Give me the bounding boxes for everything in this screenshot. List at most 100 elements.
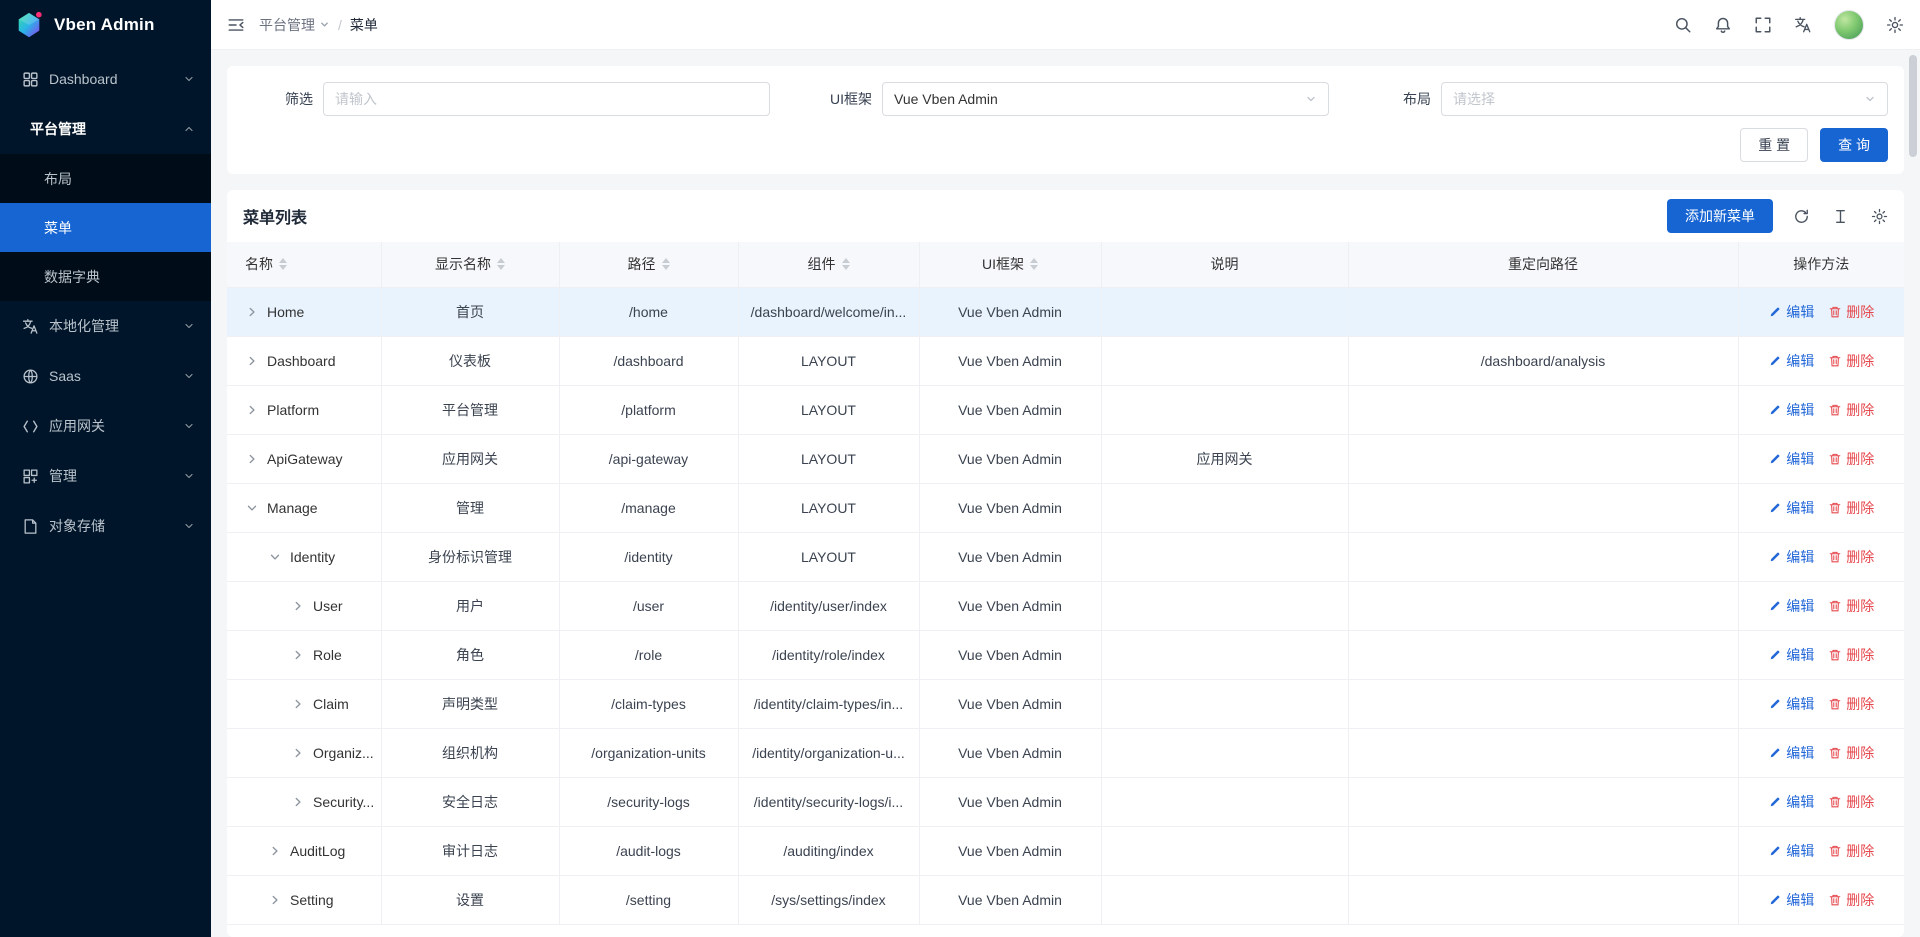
sidebar-item-gateway[interactable]: 应用网关 bbox=[0, 401, 211, 451]
column-header-framework[interactable]: UI框架 bbox=[919, 242, 1101, 287]
edit-button[interactable]: 编辑 bbox=[1768, 694, 1814, 714]
edit-button[interactable]: 编辑 bbox=[1768, 596, 1814, 616]
column-settings-icon[interactable] bbox=[1871, 208, 1888, 225]
table-row[interactable]: Setting设置/setting/sys/settings/indexVue … bbox=[227, 875, 1904, 924]
edit-button[interactable]: 编辑 bbox=[1768, 351, 1814, 371]
menu-fold-icon[interactable] bbox=[227, 16, 245, 34]
table-row[interactable]: User用户/user/identity/user/indexVue Vben … bbox=[227, 581, 1904, 630]
delete-button[interactable]: 删除 bbox=[1828, 400, 1874, 420]
sidebar-item-manage[interactable]: 管理 bbox=[0, 451, 211, 501]
expand-row-icon[interactable] bbox=[245, 354, 259, 368]
reset-button[interactable]: 重 置 bbox=[1740, 128, 1808, 162]
sort-icons[interactable] bbox=[279, 258, 287, 270]
expand-row-icon[interactable] bbox=[291, 697, 305, 711]
table-row[interactable]: Role角色/role/identity/role/indexVue Vben … bbox=[227, 630, 1904, 679]
table-row[interactable]: Organiz...组织机构/organization-units/identi… bbox=[227, 728, 1904, 777]
edit-button[interactable]: 编辑 bbox=[1768, 302, 1814, 322]
sidebar-item-localization[interactable]: 本地化管理 bbox=[0, 301, 211, 351]
expand-row-icon[interactable] bbox=[245, 403, 259, 417]
table-row[interactable]: Security...安全日志/security-logs/identity/s… bbox=[227, 777, 1904, 826]
expand-row-icon[interactable] bbox=[291, 746, 305, 760]
edit-button[interactable]: 编辑 bbox=[1768, 498, 1814, 518]
delete-button[interactable]: 删除 bbox=[1828, 547, 1874, 567]
table-row[interactable]: Platform平台管理/platformLAYOUTVue Vben Admi… bbox=[227, 385, 1904, 434]
collapse-row-icon[interactable] bbox=[268, 550, 282, 564]
delete-button[interactable]: 删除 bbox=[1828, 841, 1874, 861]
cell-description bbox=[1101, 630, 1348, 679]
table-row[interactable]: Dashboard仪表板/dashboardLAYOUTVue Vben Adm… bbox=[227, 336, 1904, 385]
cell-framework: Vue Vben Admin bbox=[919, 875, 1101, 924]
search-button[interactable]: 查 询 bbox=[1820, 128, 1888, 162]
delete-button[interactable]: 删除 bbox=[1828, 890, 1874, 910]
expand-row-icon[interactable] bbox=[245, 452, 259, 466]
table-row[interactable]: Claim声明类型/claim-types/identity/claim-typ… bbox=[227, 679, 1904, 728]
edit-button[interactable]: 编辑 bbox=[1768, 547, 1814, 567]
expand-row-icon[interactable] bbox=[245, 305, 259, 319]
cell-framework: Vue Vben Admin bbox=[919, 777, 1101, 826]
sidebar-item-label: 管理 bbox=[49, 466, 173, 486]
sidebar-item-dict[interactable]: 数据字典 bbox=[0, 252, 211, 301]
table-row[interactable]: Identity身份标识管理/identityLAYOUTVue Vben Ad… bbox=[227, 532, 1904, 581]
cell-path: /manage bbox=[559, 483, 738, 532]
edit-button[interactable]: 编辑 bbox=[1768, 792, 1814, 812]
column-header-name[interactable]: 名称 bbox=[227, 242, 381, 287]
delete-button[interactable]: 删除 bbox=[1828, 743, 1874, 763]
delete-button[interactable]: 删除 bbox=[1828, 498, 1874, 518]
expand-row-icon[interactable] bbox=[291, 648, 305, 662]
sort-icons[interactable] bbox=[497, 258, 505, 270]
delete-button[interactable]: 删除 bbox=[1828, 645, 1874, 665]
table-row[interactable]: Home首页/home/dashboard/welcome/in...Vue V… bbox=[227, 287, 1904, 336]
sidebar-item-menu[interactable]: 菜单 bbox=[0, 203, 211, 252]
delete-button[interactable]: 删除 bbox=[1828, 449, 1874, 469]
sidebar-item-dashboard[interactable]: Dashboard bbox=[0, 54, 211, 104]
column-header-display_name[interactable]: 显示名称 bbox=[381, 242, 559, 287]
delete-button[interactable]: 删除 bbox=[1828, 302, 1874, 322]
keyword-input[interactable] bbox=[323, 82, 770, 116]
refresh-icon[interactable] bbox=[1793, 208, 1810, 225]
add-menu-button[interactable]: 添加新菜单 bbox=[1667, 199, 1773, 233]
edit-button[interactable]: 编辑 bbox=[1768, 449, 1814, 469]
settings-icon[interactable] bbox=[1886, 16, 1904, 34]
sidebar-item-platform[interactable]: 平台管理 bbox=[0, 104, 211, 154]
delete-button[interactable]: 删除 bbox=[1828, 596, 1874, 616]
edit-button[interactable]: 编辑 bbox=[1768, 400, 1814, 420]
table-row[interactable]: AuditLog审计日志/audit-logs/auditing/indexVu… bbox=[227, 826, 1904, 875]
sort-icons[interactable] bbox=[842, 258, 850, 270]
cell-description bbox=[1101, 581, 1348, 630]
table-row[interactable]: Manage管理/manageLAYOUTVue Vben Admin编辑删除 bbox=[227, 483, 1904, 532]
framework-select[interactable]: Vue Vben Admin bbox=[882, 82, 1329, 116]
expand-row-icon[interactable] bbox=[268, 844, 282, 858]
bell-icon[interactable] bbox=[1714, 16, 1732, 34]
cell-actions: 编辑删除 bbox=[1738, 728, 1904, 777]
expand-row-icon[interactable] bbox=[268, 893, 282, 907]
sidebar-item-saas[interactable]: Saas bbox=[0, 351, 211, 401]
app-logo[interactable]: Vben Admin bbox=[0, 0, 211, 50]
cell-actions: 编辑删除 bbox=[1738, 826, 1904, 875]
sort-icons[interactable] bbox=[1030, 258, 1038, 270]
layout-select[interactable]: 请选择 bbox=[1441, 82, 1888, 116]
delete-button[interactable]: 删除 bbox=[1828, 792, 1874, 812]
edit-button[interactable]: 编辑 bbox=[1768, 743, 1814, 763]
translate-icon[interactable] bbox=[1794, 16, 1812, 34]
scrollbar-thumb[interactable] bbox=[1909, 55, 1917, 157]
sidebar-item-layout[interactable]: 布局 bbox=[0, 154, 211, 203]
edit-button[interactable]: 编辑 bbox=[1768, 890, 1814, 910]
row-height-icon[interactable] bbox=[1832, 208, 1849, 225]
expand-row-icon[interactable] bbox=[291, 599, 305, 613]
edit-button[interactable]: 编辑 bbox=[1768, 645, 1814, 665]
collapse-row-icon[interactable] bbox=[245, 501, 259, 515]
search-icon[interactable] bbox=[1674, 16, 1692, 34]
sort-icons[interactable] bbox=[662, 258, 670, 270]
fullscreen-icon[interactable] bbox=[1754, 16, 1772, 34]
sidebar-item-storage[interactable]: 对象存储 bbox=[0, 501, 211, 551]
edit-label: 编辑 bbox=[1786, 890, 1814, 910]
edit-button[interactable]: 编辑 bbox=[1768, 841, 1814, 861]
user-avatar[interactable] bbox=[1834, 10, 1864, 40]
breadcrumb-parent[interactable]: 平台管理 bbox=[259, 15, 330, 35]
expand-row-icon[interactable] bbox=[291, 795, 305, 809]
column-header-component[interactable]: 组件 bbox=[738, 242, 919, 287]
table-row[interactable]: ApiGateway应用网关/api-gatewayLAYOUTVue Vben… bbox=[227, 434, 1904, 483]
column-header-path[interactable]: 路径 bbox=[559, 242, 738, 287]
delete-button[interactable]: 删除 bbox=[1828, 351, 1874, 371]
delete-button[interactable]: 删除 bbox=[1828, 694, 1874, 714]
